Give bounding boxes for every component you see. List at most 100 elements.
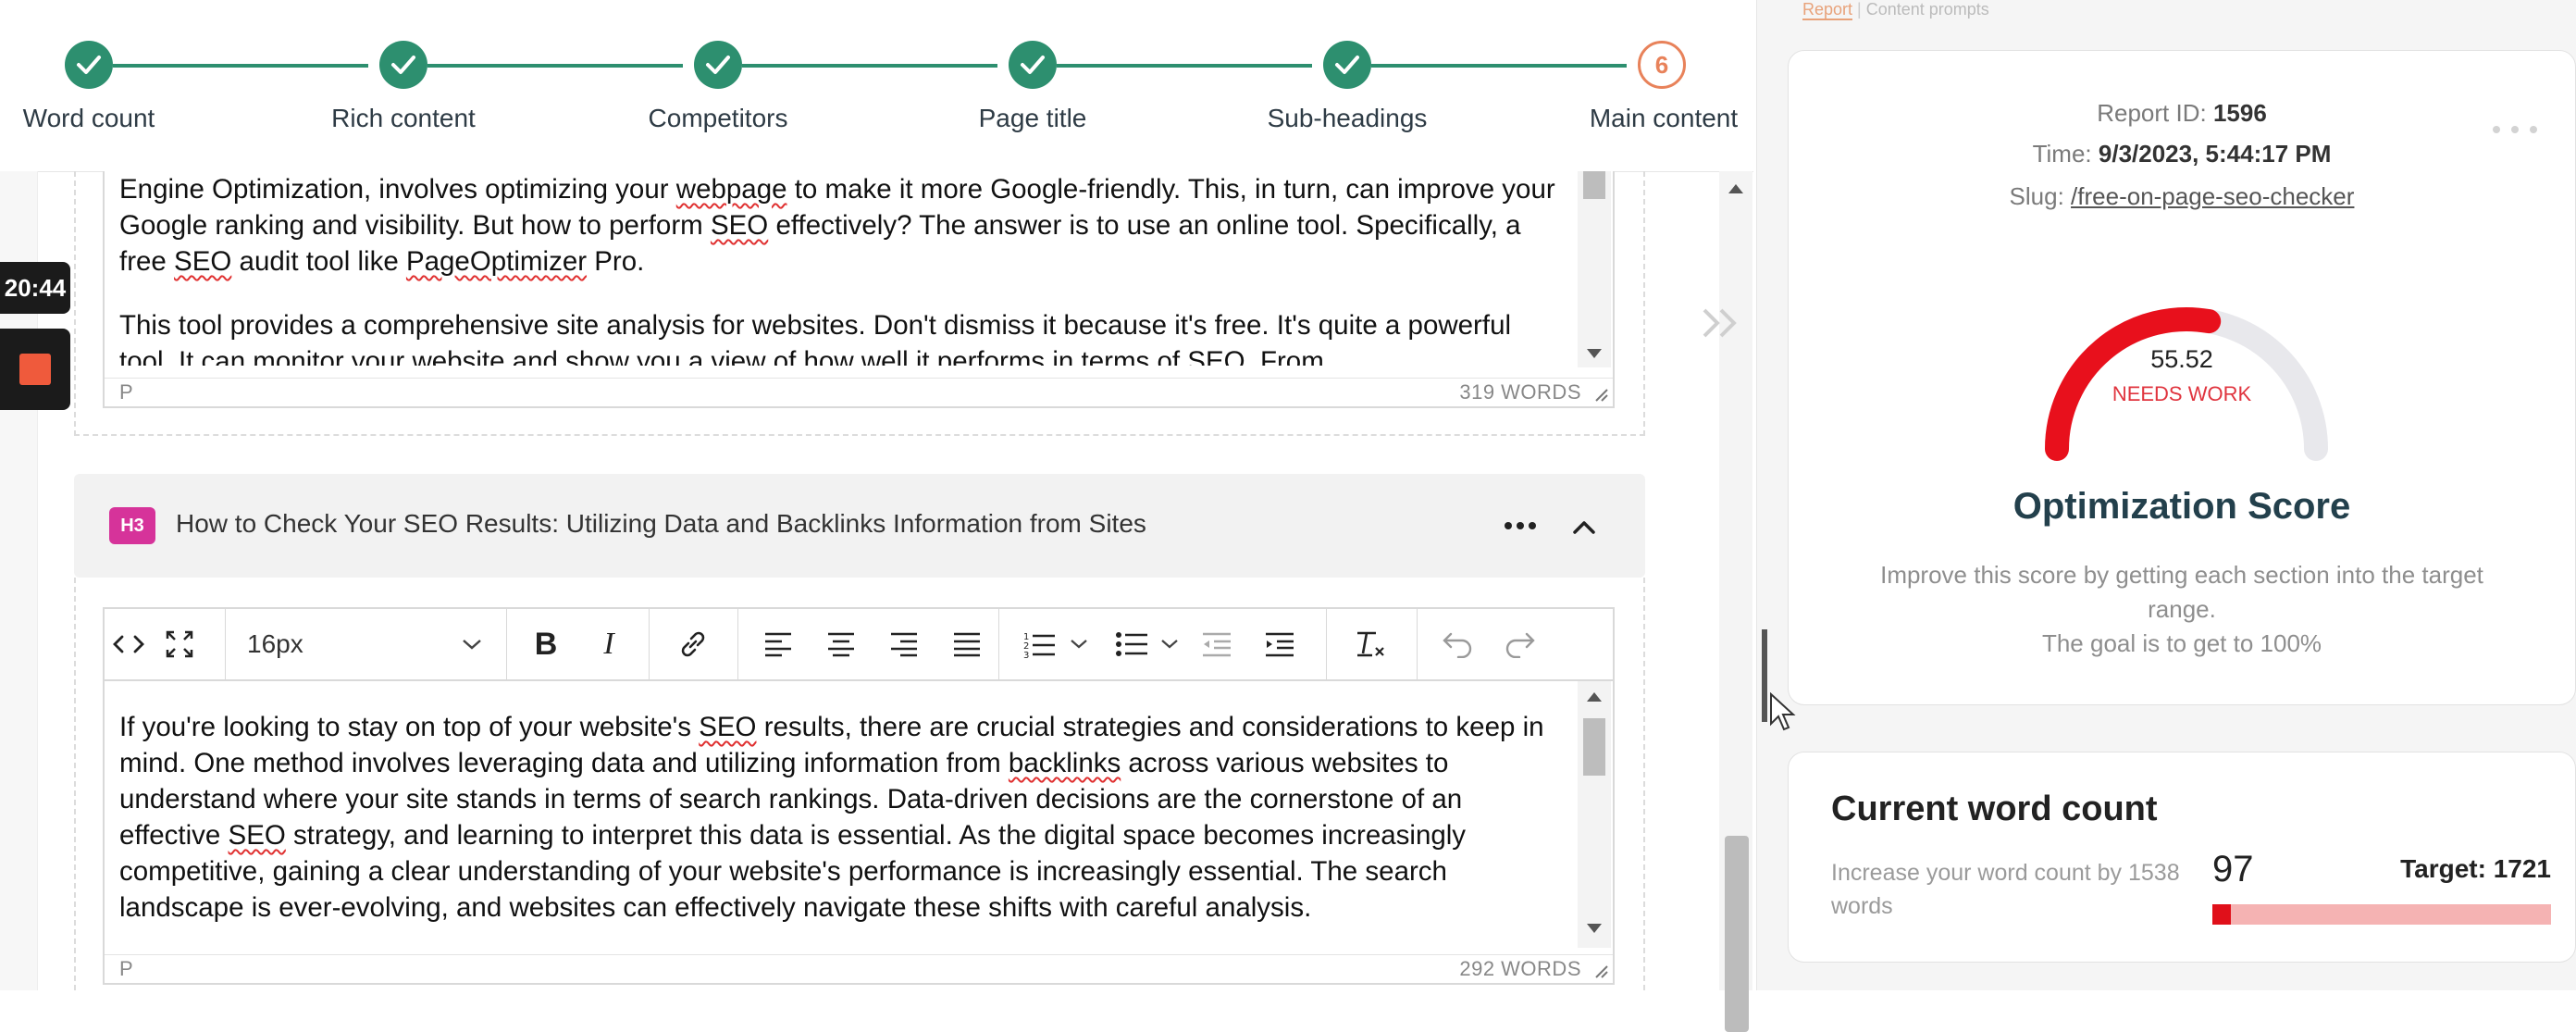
tab-report[interactable]: Report xyxy=(1802,0,1853,20)
more-options-icon[interactable] xyxy=(1497,507,1543,544)
card-menu-icon[interactable] xyxy=(2492,106,2538,143)
report-time: Time: 9/3/2023, 5:44:17 PM xyxy=(1789,140,2575,168)
source-code-icon[interactable] xyxy=(105,609,153,679)
word-count-hint: Increase your word count by 1538 words xyxy=(1831,860,2180,919)
optimization-score-card: Report ID: 1596 Time: 9/3/2023, 5:44:17 … xyxy=(1788,50,2576,705)
spellcheck-word[interactable]: webpage xyxy=(676,174,787,205)
tab-divider: | xyxy=(1857,0,1866,19)
word-count-card: Current word count Increase your word co… xyxy=(1788,752,2576,963)
step-connector xyxy=(427,64,683,68)
mouse-cursor-icon xyxy=(1770,692,1796,731)
section-heading-title[interactable]: How to Check Your SEO Results: Utilizing… xyxy=(176,509,1146,539)
text-run: strategy, and learning to interpret this… xyxy=(119,820,1467,923)
step-connector xyxy=(1371,64,1627,68)
step-label-sub-headings[interactable]: Sub-headings xyxy=(1268,104,1428,133)
scroll-up-icon[interactable] xyxy=(1728,184,1743,193)
chevron-down-icon[interactable] xyxy=(1067,609,1091,679)
step-label-word-count[interactable]: Word count xyxy=(23,104,155,133)
step-main-content-number[interactable]: 6 xyxy=(1638,41,1686,89)
step-label-rich-content[interactable]: Rich content xyxy=(331,104,476,133)
score-description: Improve this score by getting each secti… xyxy=(1844,558,2520,661)
report-id-label: Report ID: xyxy=(2097,99,2207,127)
collapse-panel-icon[interactable] xyxy=(1701,302,1741,353)
tab-content-prompts[interactable]: Content prompts xyxy=(1866,0,1989,19)
toolbar-divider xyxy=(998,609,999,679)
step-label-page-title[interactable]: Page title xyxy=(979,104,1087,133)
bold-icon[interactable]: B xyxy=(523,609,569,679)
main-scroll-thumb[interactable] xyxy=(1725,836,1749,1032)
outdent-icon[interactable] xyxy=(1191,609,1243,679)
step-label-main-content[interactable]: Main content xyxy=(1590,104,1738,133)
stop-recording-button[interactable] xyxy=(0,329,70,410)
spellcheck-word[interactable]: SEO xyxy=(699,712,756,742)
align-justify-icon[interactable] xyxy=(941,609,993,679)
panel-resize-handle[interactable] xyxy=(1762,629,1767,722)
editor-2-scrollbar[interactable] xyxy=(1578,681,1611,948)
word-count-label: 292 WORDS xyxy=(1459,957,1581,980)
section-heading-bar[interactable]: H3 How to Check Your SEO Results: Utiliz… xyxy=(74,474,1645,578)
element-path[interactable]: P xyxy=(119,957,133,981)
editor-1-statusbar: P 319 WORDS xyxy=(105,378,1613,406)
step-competitors-check-icon[interactable] xyxy=(694,41,742,89)
scroll-down-icon[interactable] xyxy=(1587,924,1602,933)
scroll-up-icon[interactable] xyxy=(1587,692,1602,702)
chevron-down-icon[interactable] xyxy=(458,609,486,679)
target-word-count: Target: 1721 xyxy=(2400,854,2551,883)
fullscreen-icon[interactable] xyxy=(155,609,204,679)
stop-icon xyxy=(19,354,51,385)
scroll-thumb[interactable] xyxy=(1583,718,1605,776)
align-center-icon[interactable] xyxy=(815,609,867,679)
report-id: Report ID: 1596 xyxy=(1789,99,2575,128)
step-page-title-check-icon[interactable] xyxy=(1009,41,1057,89)
clear-formatting-icon[interactable] xyxy=(1344,609,1396,679)
scroll-down-icon[interactable] xyxy=(1587,349,1602,358)
report-slug-link[interactable]: /free-on-page-seo-checker xyxy=(2071,182,2354,210)
step-rich-content-check-icon[interactable] xyxy=(379,41,427,89)
editor-section-1[interactable]: Engine Optimization, involves optimizing… xyxy=(103,171,1615,408)
main-scrollbar[interactable] xyxy=(1719,171,1752,1032)
step-label-competitors[interactable]: Competitors xyxy=(649,104,788,133)
step-word-count-check-icon[interactable] xyxy=(65,41,113,89)
font-size-value: 16px xyxy=(247,629,303,658)
score-value: 55.52 xyxy=(2150,345,2213,373)
font-size-select[interactable]: 16px xyxy=(247,609,404,679)
align-right-icon[interactable] xyxy=(878,609,930,679)
undo-icon[interactable] xyxy=(1431,609,1483,679)
editor-1-scrollbar[interactable] xyxy=(1578,171,1611,367)
toolbar-divider xyxy=(737,609,738,679)
report-time-value: 9/3/2023, 5:44:17 PM xyxy=(2098,140,2332,168)
element-path[interactable]: P xyxy=(119,380,133,404)
resize-handle-icon[interactable] xyxy=(1592,963,1609,979)
bullet-list-icon[interactable] xyxy=(1108,609,1156,679)
editor-2-content[interactable]: If you're looking to stay on top of your… xyxy=(119,709,1561,946)
spellcheck-word[interactable]: SEO xyxy=(229,820,286,851)
word-count-label: 319 WORDS xyxy=(1459,380,1581,404)
spellcheck-word[interactable]: SEO xyxy=(174,246,231,277)
toolbar-divider xyxy=(225,609,226,679)
text-run: Engine Optimization, involves optimizing… xyxy=(119,174,676,205)
scroll-thumb[interactable] xyxy=(1583,171,1605,199)
step-connector xyxy=(742,64,997,68)
step-sub-headings-check-icon[interactable] xyxy=(1323,41,1371,89)
resize-handle-icon[interactable] xyxy=(1592,386,1609,403)
report-slug: Slug: /free-on-page-seo-checker xyxy=(1789,182,2575,211)
align-left-icon[interactable] xyxy=(752,609,804,679)
indent-icon[interactable] xyxy=(1254,609,1306,679)
svg-text:3: 3 xyxy=(1023,651,1029,658)
italic-icon[interactable]: I xyxy=(586,609,632,679)
spellcheck-word[interactable]: backlinks xyxy=(1009,748,1121,778)
word-count-progress-fill xyxy=(2212,904,2232,925)
chevron-down-icon[interactable] xyxy=(1158,609,1182,679)
redo-icon[interactable] xyxy=(1494,609,1546,679)
spellcheck-word[interactable]: PageOptimizer xyxy=(406,246,587,277)
editor-1-content[interactable]: Engine Optimization, involves optimizing… xyxy=(119,171,1561,366)
numbered-list-icon[interactable]: 123 xyxy=(1013,609,1065,679)
spellcheck-word[interactable]: SEO xyxy=(711,210,768,241)
panel-tabs: Report | Content prompts xyxy=(1802,0,1989,20)
current-word-count: 97 xyxy=(2212,849,2254,889)
editor-section-2[interactable]: If you're looking to stay on top of your… xyxy=(103,681,1615,985)
collapse-chevron-up-icon[interactable] xyxy=(1566,509,1603,546)
editor-2-statusbar: P 292 WORDS xyxy=(105,954,1613,983)
link-icon[interactable] xyxy=(665,609,721,679)
report-id-value: 1596 xyxy=(2212,99,2267,127)
